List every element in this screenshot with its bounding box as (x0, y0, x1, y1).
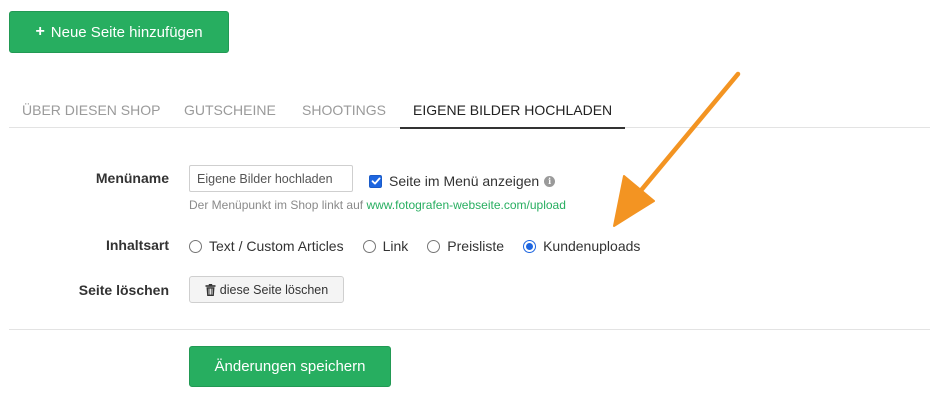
radio-kundenuploads[interactable] (523, 239, 537, 253)
content-type-option-kundenuploads[interactable]: Kundenuploads (523, 238, 640, 254)
help-link[interactable]: www.fotografen-webseite.com/upload (366, 198, 565, 212)
menu-name-input[interactable] (189, 165, 353, 192)
form-divider (9, 329, 930, 330)
help-text: Der Menüpunkt im Shop linkt auf (189, 198, 364, 212)
info-icon[interactable]: i (544, 175, 556, 187)
show-in-menu-label: Seite im Menü anzeigen (389, 173, 540, 189)
delete-page-button[interactable]: diese Seite löschen (189, 276, 344, 303)
delete-button-label: diese Seite löschen (219, 282, 329, 297)
radio-preisliste[interactable] (427, 239, 441, 253)
menu-link-help: Der Menüpunkt im Shop linkt auf www.foto… (189, 198, 566, 212)
content-type-options: Text / Custom Articles Link Preisliste K… (189, 238, 659, 254)
menu-name-label: Menüname (95, 170, 169, 186)
content-type-option-text[interactable]: Text / Custom Articles (189, 238, 344, 254)
radio-text[interactable] (189, 239, 202, 253)
content-type-label: Inhaltsart (105, 237, 169, 253)
content-type-option-preisliste[interactable]: Preisliste (427, 238, 504, 254)
tab-shootings[interactable]: SHOOTINGS (302, 92, 386, 128)
radio-text-label: Text / Custom Articles (209, 238, 344, 254)
add-page-label: Neue Seite hinzufügen (50, 23, 203, 41)
tab-bar: ÜBER DIESEN SHOP GUTSCHEINE SHOOTINGS EI… (9, 92, 930, 129)
trash-icon (205, 283, 216, 296)
show-in-menu-field: Seite im Menü anzeigen i (369, 173, 556, 189)
add-page-button[interactable]: + Neue Seite hinzufügen (9, 11, 229, 53)
radio-link-label: Link (382, 238, 409, 254)
save-changes-button[interactable]: Änderungen speichern (189, 346, 391, 387)
plus-icon: + (35, 23, 45, 40)
content-type-option-link[interactable]: Link (362, 238, 409, 254)
delete-page-label: Seite löschen (78, 282, 169, 298)
tab-eigene-bilder-hochladen[interactable]: EIGENE BILDER HOCHLADEN (400, 92, 626, 129)
radio-preisliste-label: Preisliste (447, 238, 505, 254)
radio-link[interactable] (362, 239, 376, 253)
radio-kundenuploads-label: Kundenuploads (543, 238, 641, 254)
tab-ueber-diesen-shop[interactable]: ÜBER DIESEN SHOP (22, 92, 160, 128)
show-in-menu-checkbox[interactable] (369, 174, 382, 188)
tab-gutscheine[interactable]: GUTSCHEINE (184, 92, 276, 128)
